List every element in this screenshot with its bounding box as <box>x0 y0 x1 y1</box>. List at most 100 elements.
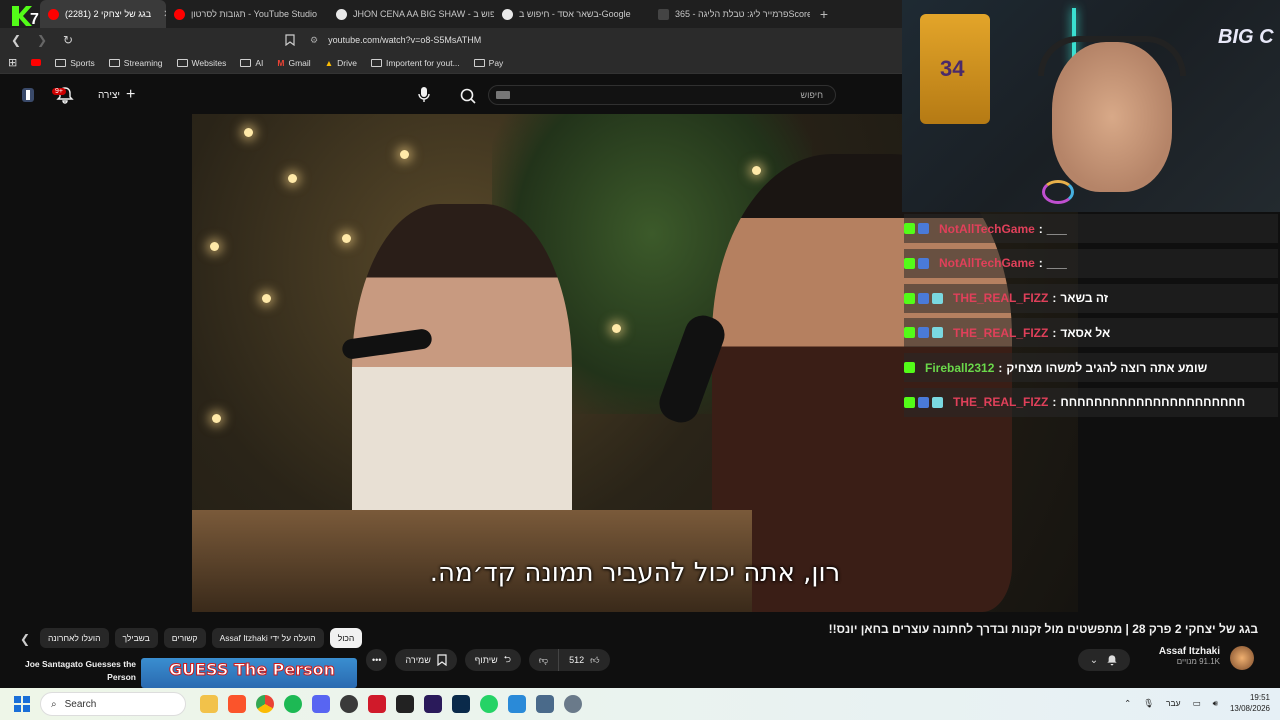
chevron-down-icon: ⌄ <box>1089 654 1099 666</box>
new-tab-button[interactable]: + <box>814 4 834 24</box>
photoshop-icon[interactable] <box>452 695 470 713</box>
bookmark-ai[interactable]: AI <box>240 58 263 68</box>
premiere-icon[interactable] <box>424 695 442 713</box>
url-field[interactable]: ⚙ youtube.com/watch?v=o8-S5MsATHM <box>310 35 894 46</box>
more-actions-button[interactable]: ••• <box>366 649 388 671</box>
site-info-icon[interactable]: ⚙ <box>310 35 318 46</box>
discord-icon[interactable] <box>312 695 330 713</box>
voice-search-mic-icon[interactable] <box>414 84 434 104</box>
chrome-icon[interactable] <box>256 695 274 713</box>
bookmark-websites[interactable]: Websites <box>176 58 226 68</box>
folder-icon <box>55 58 67 67</box>
chat-badges <box>904 362 915 374</box>
thumbs-up-icon: 👍︎ <box>590 654 600 665</box>
bookmark-importent[interactable]: Importent for yout... <box>370 58 460 68</box>
opera-icon[interactable] <box>368 695 386 713</box>
chevron-left-icon[interactable]: ❮ <box>20 632 30 646</box>
file-explorer-icon[interactable] <box>200 695 218 713</box>
bookmark-gmail[interactable]: M Gmail <box>277 58 310 68</box>
dislike-button[interactable]: 👎︎ <box>528 649 560 671</box>
chat-message: אל אסאד: THE_REAL_FIZZ <box>904 318 1278 348</box>
show-hidden-icons-chevron-icon[interactable]: ⌃ <box>1124 698 1131 709</box>
share-arrow-icon: ⮌ <box>503 654 511 664</box>
bookmark-streaming[interactable]: Streaming <box>108 58 163 68</box>
back-icon[interactable]: ❮ <box>8 32 24 48</box>
chat-username: NotAllTechGame <box>939 221 1035 236</box>
brave-browser-icon[interactable] <box>228 695 246 713</box>
tab-youtube-studio[interactable]: תגובות לסרטון - YouTube Studio <box>166 0 328 28</box>
tab-365scores[interactable]: פרמייר ליג: טבלת הליגה - 365Scores <box>650 0 810 28</box>
chip-for-you[interactable]: בשבילך <box>114 628 158 648</box>
recommended-video-title[interactable]: Joe Santagato Guesses the Person <box>14 658 136 684</box>
tab-google-search-cena[interactable]: JHON CENA AA BIG SHAW - חיפוש ב <box>328 0 494 28</box>
forward-icon[interactable]: ❯ <box>34 32 50 48</box>
video-info-area: בגג של יצחקי 2 פרק 28 | מתפשטים מול זקנו… <box>0 612 1280 688</box>
search-icon[interactable] <box>458 86 478 106</box>
chip-all[interactable]: הכול <box>329 628 363 648</box>
network-icon[interactable]: ▭ <box>1193 698 1201 709</box>
calculator-icon[interactable] <box>536 695 554 713</box>
365scores-favicon-icon <box>658 8 669 20</box>
tab-google-search-assad[interactable]: בשאר אסד - חיפוש ב-Google <box>494 0 650 28</box>
create-button[interactable]: יצירה + <box>90 85 144 105</box>
chat-badges <box>904 292 943 304</box>
apps-grid-icon[interactable]: ⊞ <box>8 56 17 69</box>
chat-message: חחחחחחחחחחחחחחחחחחחחחח: THE_REAL_FIZZ <box>904 387 1278 417</box>
kick-badge-icon <box>904 223 915 234</box>
windows-taskbar: ⌕ Search ⌃ 🎙︎ עבר ▭ 🔊︎ 19:51 13/08/2026 <box>0 688 1280 720</box>
keyboard-icon[interactable] <box>496 91 510 99</box>
windows-start-icon[interactable] <box>14 696 30 712</box>
tab-label: בגג של יצחקי 2 (2281) <box>65 9 152 19</box>
youtube-bookmark-icon[interactable] <box>31 59 42 66</box>
channel-avatar[interactable] <box>1230 646 1254 670</box>
taskbar-search[interactable]: ⌕ Search <box>40 692 186 716</box>
recommended-video-thumbnail[interactable]: GUESS The Person <box>141 658 357 688</box>
google-favicon-icon <box>336 8 347 20</box>
channel-name[interactable]: Assaf Itzhaki <box>1159 646 1220 657</box>
notes-icon[interactable] <box>508 695 526 713</box>
bookmark-pay[interactable]: Pay <box>473 58 503 68</box>
chip-uploaded-by[interactable]: הועלה על ידי Assaf Itzhaki <box>211 628 324 648</box>
save-button[interactable]: שמירה <box>395 649 457 671</box>
channel-info[interactable]: Assaf Itzhaki 91.1K מנויים <box>1159 646 1220 666</box>
browser-tab-strip: 7 בגג של יצחקי 2 (2281) ✕ תגובות לסרטון … <box>0 0 902 28</box>
chat-badges <box>904 327 943 339</box>
verified-badge-icon <box>918 396 929 408</box>
bookmark-drive[interactable]: ▲ Drive <box>325 58 357 68</box>
folder-icon <box>108 58 120 67</box>
chat-badges <box>904 223 929 234</box>
svg-text:7: 7 <box>30 11 39 28</box>
bookmark-star-icon[interactable] <box>282 32 298 48</box>
gift-badge-icon <box>932 396 943 408</box>
share-button[interactable]: שיתוף ⮌ <box>464 649 521 671</box>
language-indicator[interactable]: עבר <box>1166 698 1181 708</box>
volume-icon[interactable]: 🔊︎ <box>1213 698 1218 709</box>
string-light <box>288 174 297 183</box>
bookmarks-bar: ⊞ Sports Streaming Websites AI M Gmail ▲ D… <box>0 52 902 74</box>
settings-icon[interactable] <box>564 695 582 713</box>
chip-related[interactable]: קשורים <box>163 628 206 648</box>
kick-app-icon[interactable] <box>396 695 414 713</box>
plus-icon: + <box>126 86 136 103</box>
tab-yitzhaki-video[interactable]: בגג של יצחקי 2 (2281) ✕ <box>40 0 166 28</box>
spotify-icon[interactable] <box>284 695 302 713</box>
search-input[interactable]: חיפוש <box>488 85 836 105</box>
like-button[interactable]: 512 👍︎ <box>559 649 610 671</box>
account-avatar-icon[interactable] <box>18 86 38 104</box>
obs-icon[interactable] <box>340 695 358 713</box>
big-c-logo: BIG C <box>1218 26 1274 48</box>
reload-icon[interactable]: ↻ <box>60 32 76 48</box>
subscribed-button[interactable]: ⌄ <box>1078 649 1130 671</box>
kick-badge-icon <box>904 257 915 269</box>
kick-badge-icon <box>904 362 915 374</box>
chat-message: ___: NotAllTechGame <box>904 214 1278 243</box>
create-label: יצירה <box>98 89 121 101</box>
video-actions: ••• שמירה שיתוף ⮌ 👎︎ 512 👍︎ <box>366 649 610 671</box>
verified-badge-icon <box>918 327 929 339</box>
bookmark-sports[interactable]: Sports <box>55 58 95 68</box>
thumbs-down-icon: 👎︎ <box>538 654 549 665</box>
clock[interactable]: 19:51 13/08/2026 <box>1230 692 1270 714</box>
chip-recently-uploaded[interactable]: הועלו לאחרונה <box>40 628 109 648</box>
whatsapp-icon[interactable] <box>480 695 498 713</box>
microphone-tray-icon[interactable]: 🎙︎ <box>1143 698 1154 709</box>
